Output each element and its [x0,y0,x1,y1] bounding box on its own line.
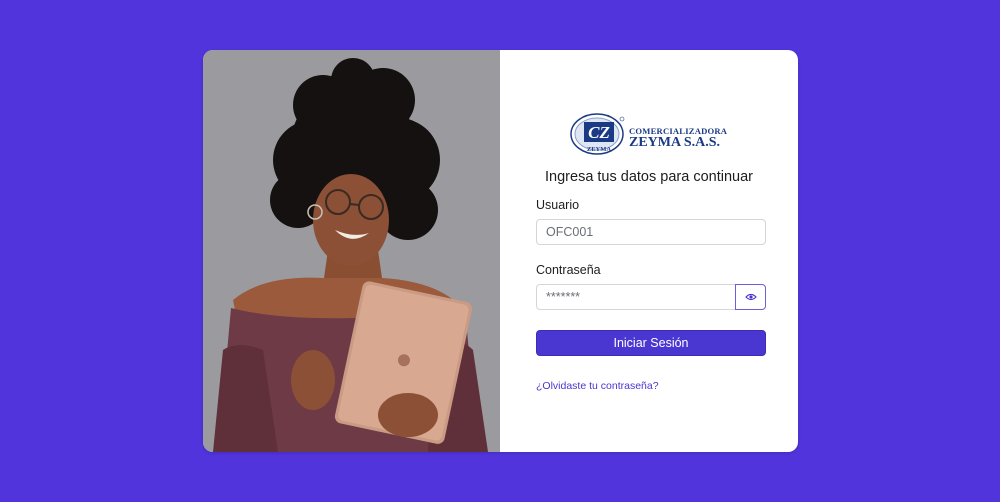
forgot-password-link[interactable]: ¿Olvidaste tu contraseña? [536,380,659,392]
company-logo: CZ ZEYMA COMERCIALIZADORA ZEYMA S.A.S. [570,112,730,156]
eye-icon [744,293,757,301]
login-button[interactable]: Iniciar Sesión [536,330,766,356]
logo-emblem-icon: CZ ZEYMA [570,113,625,155]
hero-photo [203,50,500,452]
login-form: CZ ZEYMA COMERCIALIZADORA ZEYMA S.A.S. I… [500,50,798,452]
svg-text:ZEYMA: ZEYMA [587,146,612,153]
password-input[interactable] [536,284,736,310]
svg-text:CZ: CZ [588,123,610,142]
toggle-password-button[interactable] [735,284,766,310]
logo-line2: ZEYMA S.A.S. [629,135,721,150]
form-subtitle: Ingresa tus datos para continuar [545,169,753,185]
username-input[interactable] [536,219,766,245]
username-label: Usuario [536,198,580,212]
password-label: Contraseña [536,263,601,277]
login-card: CZ ZEYMA COMERCIALIZADORA ZEYMA S.A.S. I… [203,50,798,452]
